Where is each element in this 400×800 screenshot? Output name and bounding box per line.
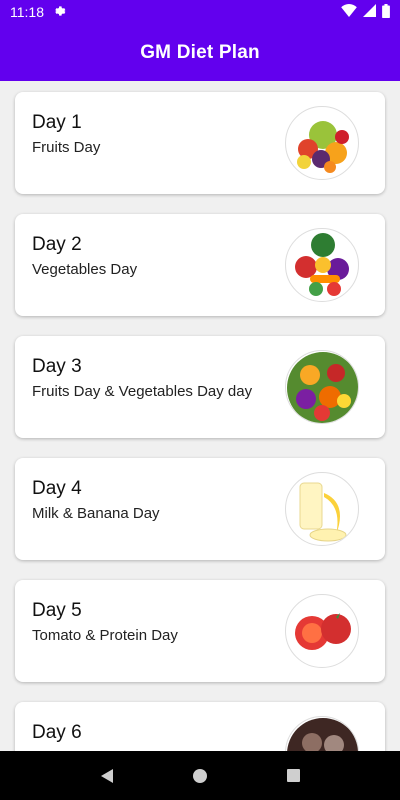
app-bar: GM Diet Plan — [0, 24, 400, 81]
day-card-2[interactable]: Day 2 Vegetables Day — [15, 214, 385, 316]
back-triangle-icon — [100, 768, 113, 783]
home-circle-icon — [192, 768, 207, 783]
battery-icon — [382, 3, 390, 21]
wifi-icon — [341, 4, 357, 20]
navigation-bar — [0, 751, 400, 800]
day-title: Day 4 — [32, 478, 82, 499]
day-card-3[interactable]: Day 3 Fruits Day & Vegetables Day day — [15, 336, 385, 438]
day-title: Day 1 — [32, 112, 82, 133]
day-title: Day 6 — [32, 722, 82, 743]
day-subtitle: Vegetables Day — [32, 261, 138, 278]
fruits-image — [285, 106, 359, 180]
day-subtitle: Milk & Banana Day — [32, 505, 160, 522]
day-subtitle: Tomato & Protein Day — [32, 627, 178, 644]
vegetables-image — [285, 228, 359, 302]
day-card-6[interactable]: Day 6 — [15, 702, 385, 751]
tomato-image — [285, 594, 359, 668]
day-card-4[interactable]: Day 4 Milk & Banana Day — [15, 458, 385, 560]
recents-button[interactable] — [273, 756, 313, 796]
status-time: 11:18 — [10, 4, 44, 20]
day-card-5[interactable]: Day 5 Tomato & Protein Day — [15, 580, 385, 682]
day-subtitle: Fruits Day — [32, 139, 101, 156]
day-card-1[interactable]: Day 1 Fruits Day — [15, 92, 385, 194]
day-title: Day 2 — [32, 234, 82, 255]
protein-image — [285, 716, 359, 751]
day-title: Day 5 — [32, 600, 82, 621]
home-button[interactable] — [180, 756, 220, 796]
recents-square-icon — [286, 769, 300, 782]
back-button[interactable] — [87, 756, 127, 796]
milk-banana-image — [285, 472, 359, 546]
day-list[interactable]: Day 1 Fruits Day Day 2 Vegetables Day Da… — [0, 81, 400, 751]
status-bar: 11:18 — [0, 0, 400, 24]
settings-icon — [52, 4, 66, 21]
fruits-vegetables-image — [285, 350, 359, 424]
day-subtitle: Fruits Day & Vegetables Day day — [32, 383, 253, 400]
cellular-signal-icon — [363, 4, 376, 20]
app-title: GM Diet Plan — [140, 41, 260, 63]
day-title: Day 3 — [32, 356, 82, 377]
